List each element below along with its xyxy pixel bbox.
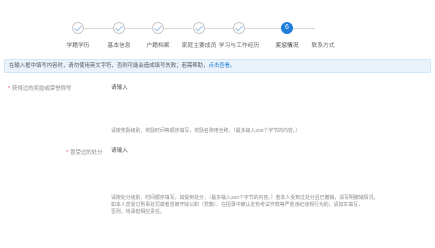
notice-text: 在输入框中填写内容时，请勿使用英文字符，否则可能会造成填写失败；若需帮助， (9, 63, 209, 69)
punishments-label: * 曾受过的处分 (66, 150, 103, 156)
check-icon (193, 22, 205, 34)
check-icon (113, 22, 125, 34)
help-link[interactable]: 点击查看。 (208, 63, 235, 69)
step-number-badge: 6 (281, 22, 293, 34)
rewards-label: * 获得过的奖励或荣誉称号 (8, 86, 72, 92)
check-icon (72, 22, 84, 34)
rewards-textarea[interactable]: 请输入 (111, 83, 128, 91)
rewards-hint: 请按奖励级别、奖励时间等顺序填写，奖励名称用全称。（最多输入200个字节的内容。… (111, 129, 301, 134)
required-marker: * (66, 150, 69, 156)
step-study-work-history[interactable]: 学习与工作经历 (214, 22, 264, 49)
step-contact[interactable]: 联系方式 (298, 22, 348, 49)
check-icon (233, 22, 245, 34)
progress-steps: 学籍学历 基本信息 户籍档案 家庭主要成员 学习与工作经历 6 奖惩情况 联系方… (0, 0, 435, 52)
check-icon (152, 22, 164, 34)
step-label: 学习与工作经历 (218, 43, 260, 49)
punishments-hint: 请按处分级别、时间顺序填写，如受到处分，（最多输入200个字节的内容。）若本人受… (111, 196, 379, 215)
info-notice: 在输入框中填写内容时，请勿使用英文字符，否则可能会造成填写失败；若需帮助，点击查… (4, 59, 431, 73)
step-label: 联系方式 (311, 43, 335, 49)
punishments-textarea[interactable]: 请输入 (111, 146, 128, 154)
required-marker: * (8, 86, 11, 92)
